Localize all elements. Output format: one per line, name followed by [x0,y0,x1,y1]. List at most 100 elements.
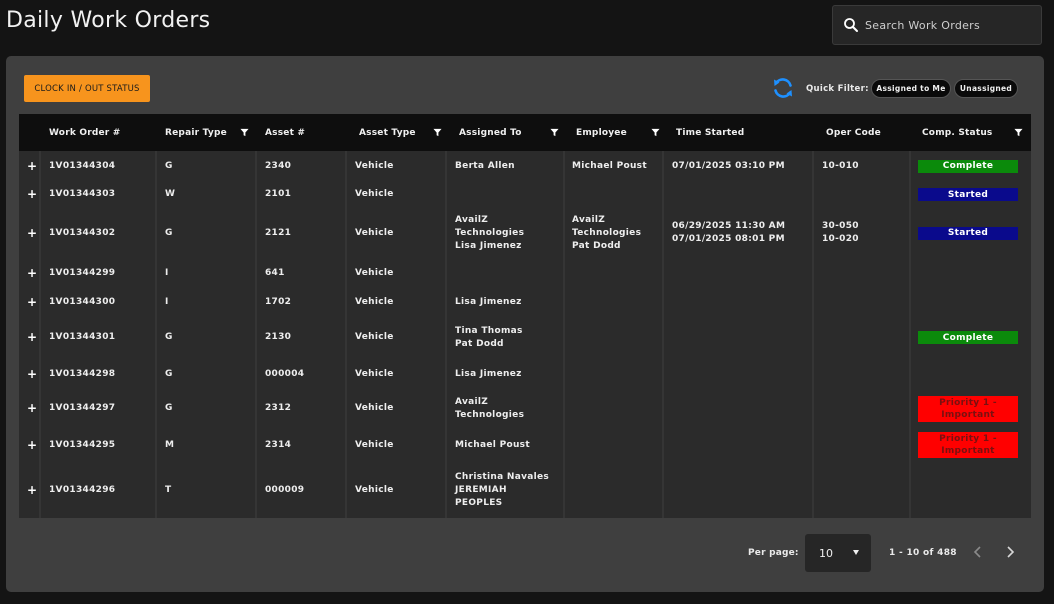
clock-in-out-button[interactable]: CLOCK IN / OUT STATUS [24,75,150,102]
employee-line: Michael Poust [572,160,647,171]
expand-row-icon[interactable]: + [27,316,37,359]
status-badge: Complete [918,331,1018,344]
assigned-to-line: Lisa Jimenez [455,296,522,307]
employee-line: Pat Dodd [572,240,621,251]
expand-row-icon[interactable]: + [27,208,37,258]
expand-row-icon[interactable]: + [27,288,37,316]
search-icon [844,18,858,32]
time-started: 06/29/2025 11:30 AM 07/01/2025 08:01 PM [672,208,785,258]
comp-status: Started [918,208,1018,258]
table-row[interactable]: +1V01344303 W 2101 Vehicle Started [19,181,1031,208]
expand-row-icon[interactable]: + [27,428,37,462]
oper-code: 30-050 10-020 [822,208,859,258]
asset-number: 2340 [265,160,292,171]
chevron-right-icon[interactable] [1002,544,1018,560]
assigned-to-line: Lisa Jimenez [455,368,522,379]
table-row[interactable]: +1V01344299 I 641 Vehicle [19,258,1031,288]
expand-row-icon[interactable]: + [27,151,37,181]
filter-unassigned[interactable]: Unassigned [954,79,1018,98]
chevron-left-icon[interactable] [970,544,986,560]
filter-assigned-to-me[interactable]: Assigned to Me [871,79,951,98]
asset-number: 1702 [265,296,292,307]
table-row[interactable]: +1V01344301 G 2130 Vehicle Tina Thomas Pat Do… [19,316,1031,359]
assigned-to-line: Lisa Jimenez [455,240,522,251]
employee: AvailZ Technologies Pat Dodd [572,208,641,258]
table-row[interactable]: +1V01344302 G 2121 Vehicle AvailZ Technologie… [19,208,1031,258]
asset-number: 2314 [265,439,292,450]
search-input[interactable] [865,18,1035,32]
status-badge-text: Important [941,409,995,420]
assigned-to-line: Pat Dodd [455,338,504,349]
oper-code-line: 10-020 [822,234,859,244]
assigned-to-line: Berta Allen [455,160,515,171]
filter-icon[interactable] [1014,128,1023,137]
repair-type: I [165,267,169,278]
work-order-number: 1V01344296 [49,484,116,495]
filter-icon[interactable] [433,128,442,137]
assigned-to: Lisa Jimenez [455,288,522,316]
header-asset-number[interactable]: Asset # [265,114,305,151]
header-comp-status[interactable]: Comp. Status [922,114,1027,151]
work-order-number: 1V01344303 [49,189,116,199]
assigned-to-line: Technologies [455,227,525,238]
header-work-order[interactable]: Work Order # [49,114,121,151]
filter-icon[interactable] [651,128,660,137]
work-order-number: 1V01344301 [49,332,116,342]
repair-type: G [165,227,173,238]
work-order-number: 1V01344298 [49,368,116,379]
asset-number: 000009 [265,484,305,495]
time-started-line: 07/01/2025 03:10 PM [672,160,785,171]
expand-row-icon[interactable]: + [27,181,37,208]
header-repair-type[interactable]: Repair Type [165,114,255,151]
header-employee[interactable]: Employee [576,114,671,151]
table-row[interactable]: +1V01344300 I 1702 Vehicle Lisa Jimenez [19,288,1031,316]
table-row[interactable]: +1V01344297 G 2312 Vehicle AvailZ Technologie… [19,389,1031,428]
table-row[interactable]: +1V01344296 T 000009 Vehicle Christina Naval… [19,462,1031,518]
status-badge: Priority 1 - Important [918,395,1018,422]
assigned-to: Berta Allen [455,151,515,181]
status-badge-text: Started [947,189,989,200]
header-oper-code[interactable]: Oper Code [826,114,881,151]
assigned-to: Christina Navales JEREMIAH PEOPLES [455,462,549,518]
page-title: Daily Work Orders [6,8,211,33]
work-order-number: 1V01344304 [49,160,116,171]
asset-type: Vehicle [355,332,394,342]
oper-code: 10-010 [822,151,859,181]
filter-icon[interactable] [550,128,559,137]
repair-type: G [165,368,173,379]
time-started: 07/01/2025 03:10 PM [672,151,785,181]
header-asset-type[interactable]: Asset Type [359,114,451,151]
asset-type: Vehicle [355,439,394,450]
employee-line: Technologies [572,227,642,238]
expand-row-icon[interactable]: + [27,258,37,288]
status-badge-text: Started [947,228,989,238]
work-orders-panel: CLOCK IN / OUT STATUS Quick Filter: Assi… [6,56,1044,592]
header-assigned-to[interactable]: Assigned To [459,114,564,151]
expand-row-icon[interactable]: + [27,462,37,518]
table-row[interactable]: +1V01344304 G 2340 Vehicle Berta Allen Michae… [19,151,1031,181]
asset-number: 2312 [265,403,292,413]
asset-number: 2121 [265,227,292,238]
header-time-started[interactable]: Time Started [676,114,744,151]
asset-number: 2130 [265,332,292,342]
table-row[interactable]: +1V01344295 M 2314 Vehicle Michael Poust Prio… [19,428,1031,462]
expand-row-icon[interactable]: + [27,359,37,389]
expand-row-icon[interactable]: + [27,389,37,428]
asset-type: Vehicle [355,227,394,238]
table-row[interactable]: +1V01344298 G 000004 Vehicle Lisa Jimenez [19,359,1031,389]
per-page-select[interactable]: 10 [805,534,871,572]
search-box[interactable] [832,5,1042,45]
refresh-icon[interactable] [771,76,795,100]
repair-type: M [165,439,175,450]
table-body: +1V01344304 G 2340 Vehicle Berta Allen Michae… [19,151,1031,518]
comp-status: Started [918,181,1018,208]
filter-icon[interactable] [240,128,249,137]
assigned-to-line: Christina Navales [455,471,550,482]
assigned-to-line: AvailZ [455,214,489,225]
work-order-number: 1V01344302 [49,227,116,238]
employee: Michael Poust [572,151,647,181]
status-badge: Priority 1 - Important [918,432,1018,458]
assigned-to-line: Technologies [455,409,525,420]
status-badge-text: Complete [942,161,994,171]
asset-type: Vehicle [355,403,394,413]
